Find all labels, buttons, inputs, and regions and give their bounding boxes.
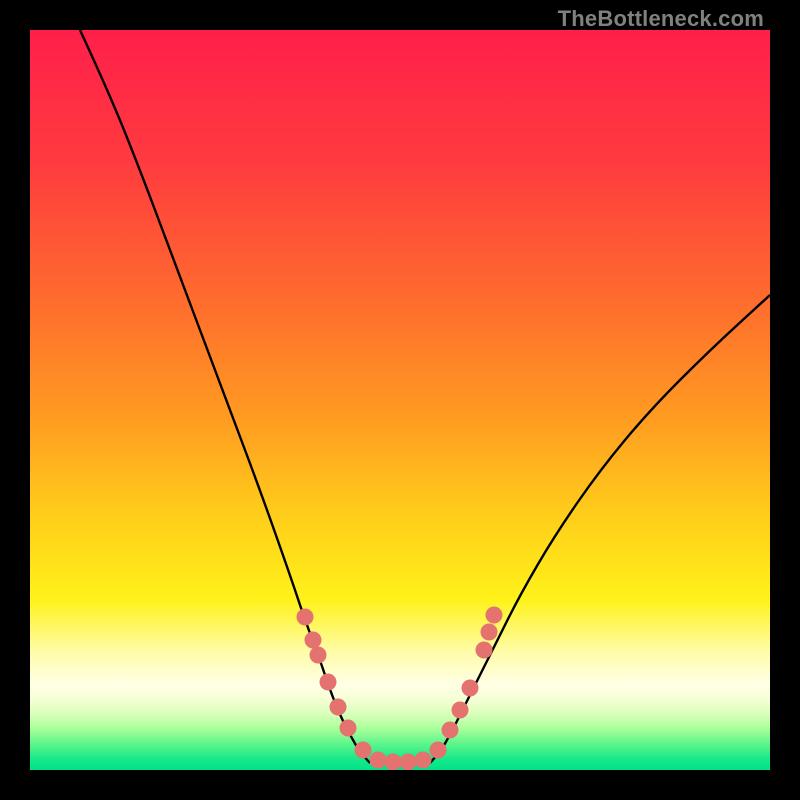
data-marker — [355, 742, 372, 759]
data-marker — [486, 607, 503, 624]
data-marker — [415, 752, 432, 769]
data-marker — [370, 752, 387, 769]
chart-plot-area — [30, 30, 770, 770]
watermark-text: TheBottleneck.com — [558, 6, 764, 32]
data-marker — [462, 680, 479, 697]
data-markers — [297, 607, 503, 771]
data-marker — [330, 699, 347, 716]
right-curve — [430, 295, 770, 763]
data-marker — [481, 624, 498, 641]
data-marker — [310, 647, 327, 664]
data-marker — [385, 754, 402, 771]
data-marker — [320, 674, 337, 691]
data-marker — [430, 742, 447, 759]
chart-overlay — [30, 30, 770, 770]
data-marker — [297, 609, 314, 626]
data-marker — [476, 642, 493, 659]
data-marker — [340, 720, 357, 737]
left-curve — [80, 30, 370, 763]
data-marker — [442, 722, 459, 739]
data-marker — [400, 754, 417, 771]
data-marker — [305, 632, 322, 649]
data-marker — [452, 702, 469, 719]
